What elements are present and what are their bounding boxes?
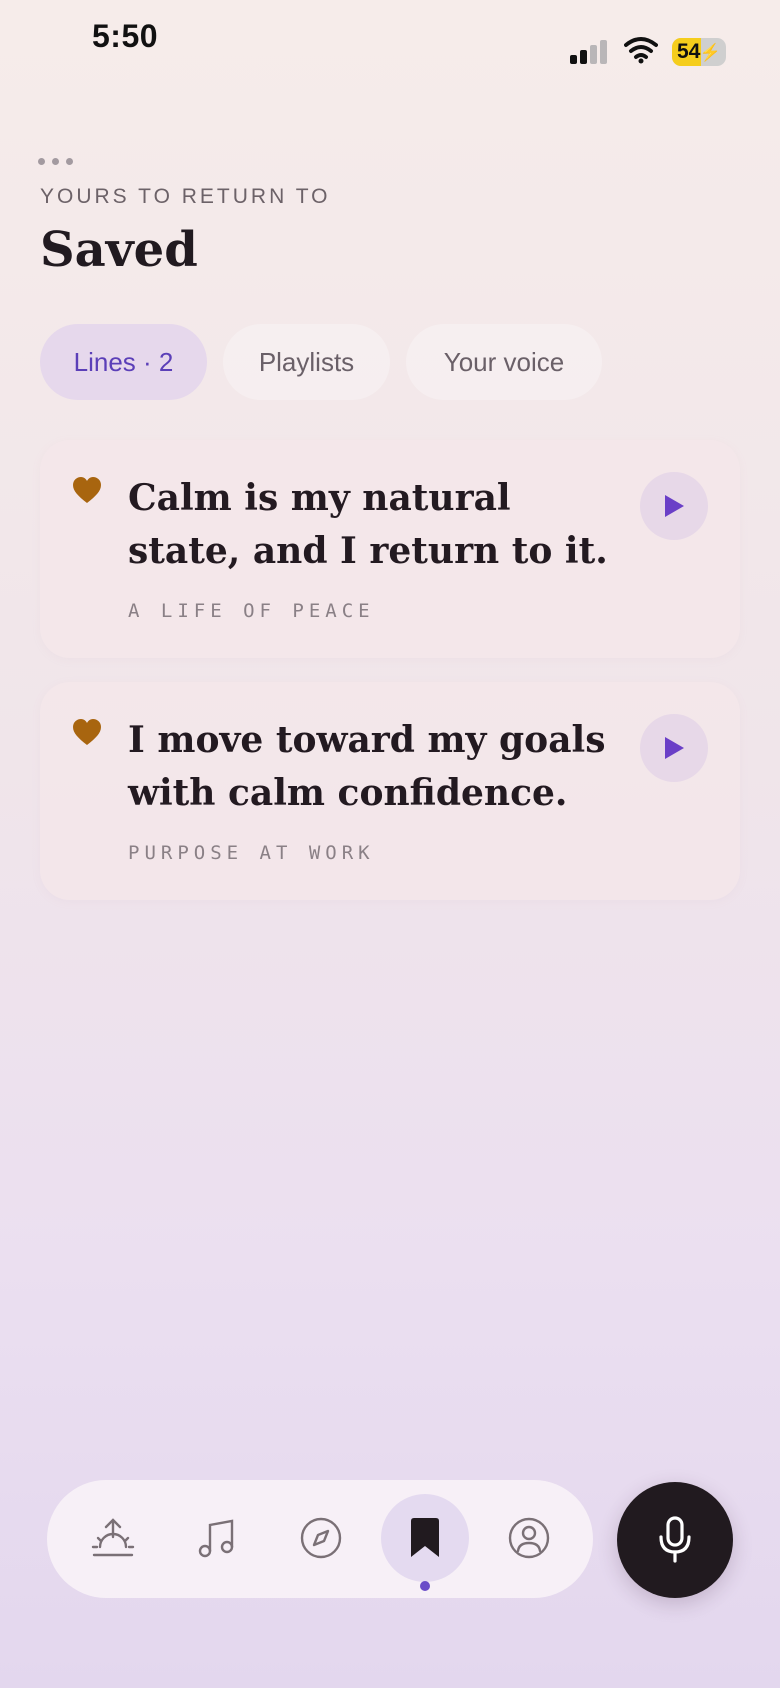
wifi-icon (624, 37, 658, 64)
status-time: 5:50 (92, 18, 159, 54)
sunrise-icon (91, 1518, 135, 1557)
tab-your-voice[interactable]: Your voice (406, 324, 602, 400)
card-source: A LIFE OF PEACE (128, 600, 375, 622)
play-button[interactable] (640, 472, 708, 540)
profile-icon (508, 1517, 550, 1559)
signal-icon (570, 40, 610, 64)
tab-playlists[interactable]: Playlists (223, 324, 390, 400)
active-indicator-dot (420, 1581, 430, 1591)
nav-item-explore[interactable] (277, 1494, 365, 1582)
nav-item-profile[interactable] (485, 1494, 573, 1582)
tab-lines[interactable]: Lines · 2 (40, 324, 207, 400)
card-quote: I move toward my goals with calm confide… (128, 719, 606, 814)
nav-item-today[interactable] (69, 1494, 157, 1582)
music-note-icon (198, 1519, 234, 1558)
card-quote: Calm is my natural state, and I return t… (128, 477, 608, 572)
saved-line-card[interactable]: Calm is my natural state, and I return t… (40, 440, 740, 658)
heart-icon[interactable] (72, 718, 102, 746)
nav-item-music[interactable] (173, 1494, 261, 1582)
microphone-icon (659, 1516, 691, 1563)
play-icon (665, 737, 684, 759)
battery-level: 54 (677, 40, 701, 63)
bookmark-icon (411, 1518, 439, 1557)
compass-icon (300, 1517, 342, 1559)
charging-bolt-icon: ⚡ (699, 43, 721, 62)
saved-line-card[interactable]: I move toward my goals with calm confide… (40, 682, 740, 900)
page-title: Saved (40, 222, 198, 278)
bottom-nav (47, 1480, 593, 1598)
play-icon (665, 495, 684, 517)
battery-icon: 54 ⚡ (672, 38, 726, 66)
status-bar: 5:50 54 ⚡ (0, 0, 780, 80)
play-button[interactable] (640, 714, 708, 782)
nav-item-saved[interactable] (381, 1494, 469, 1582)
more-dots-icon[interactable] (38, 152, 82, 165)
microphone-button[interactable] (617, 1482, 733, 1598)
page-eyebrow: YOURS TO RETURN TO (40, 185, 331, 208)
card-source: PURPOSE AT WORK (128, 842, 375, 864)
heart-icon[interactable] (72, 476, 102, 504)
